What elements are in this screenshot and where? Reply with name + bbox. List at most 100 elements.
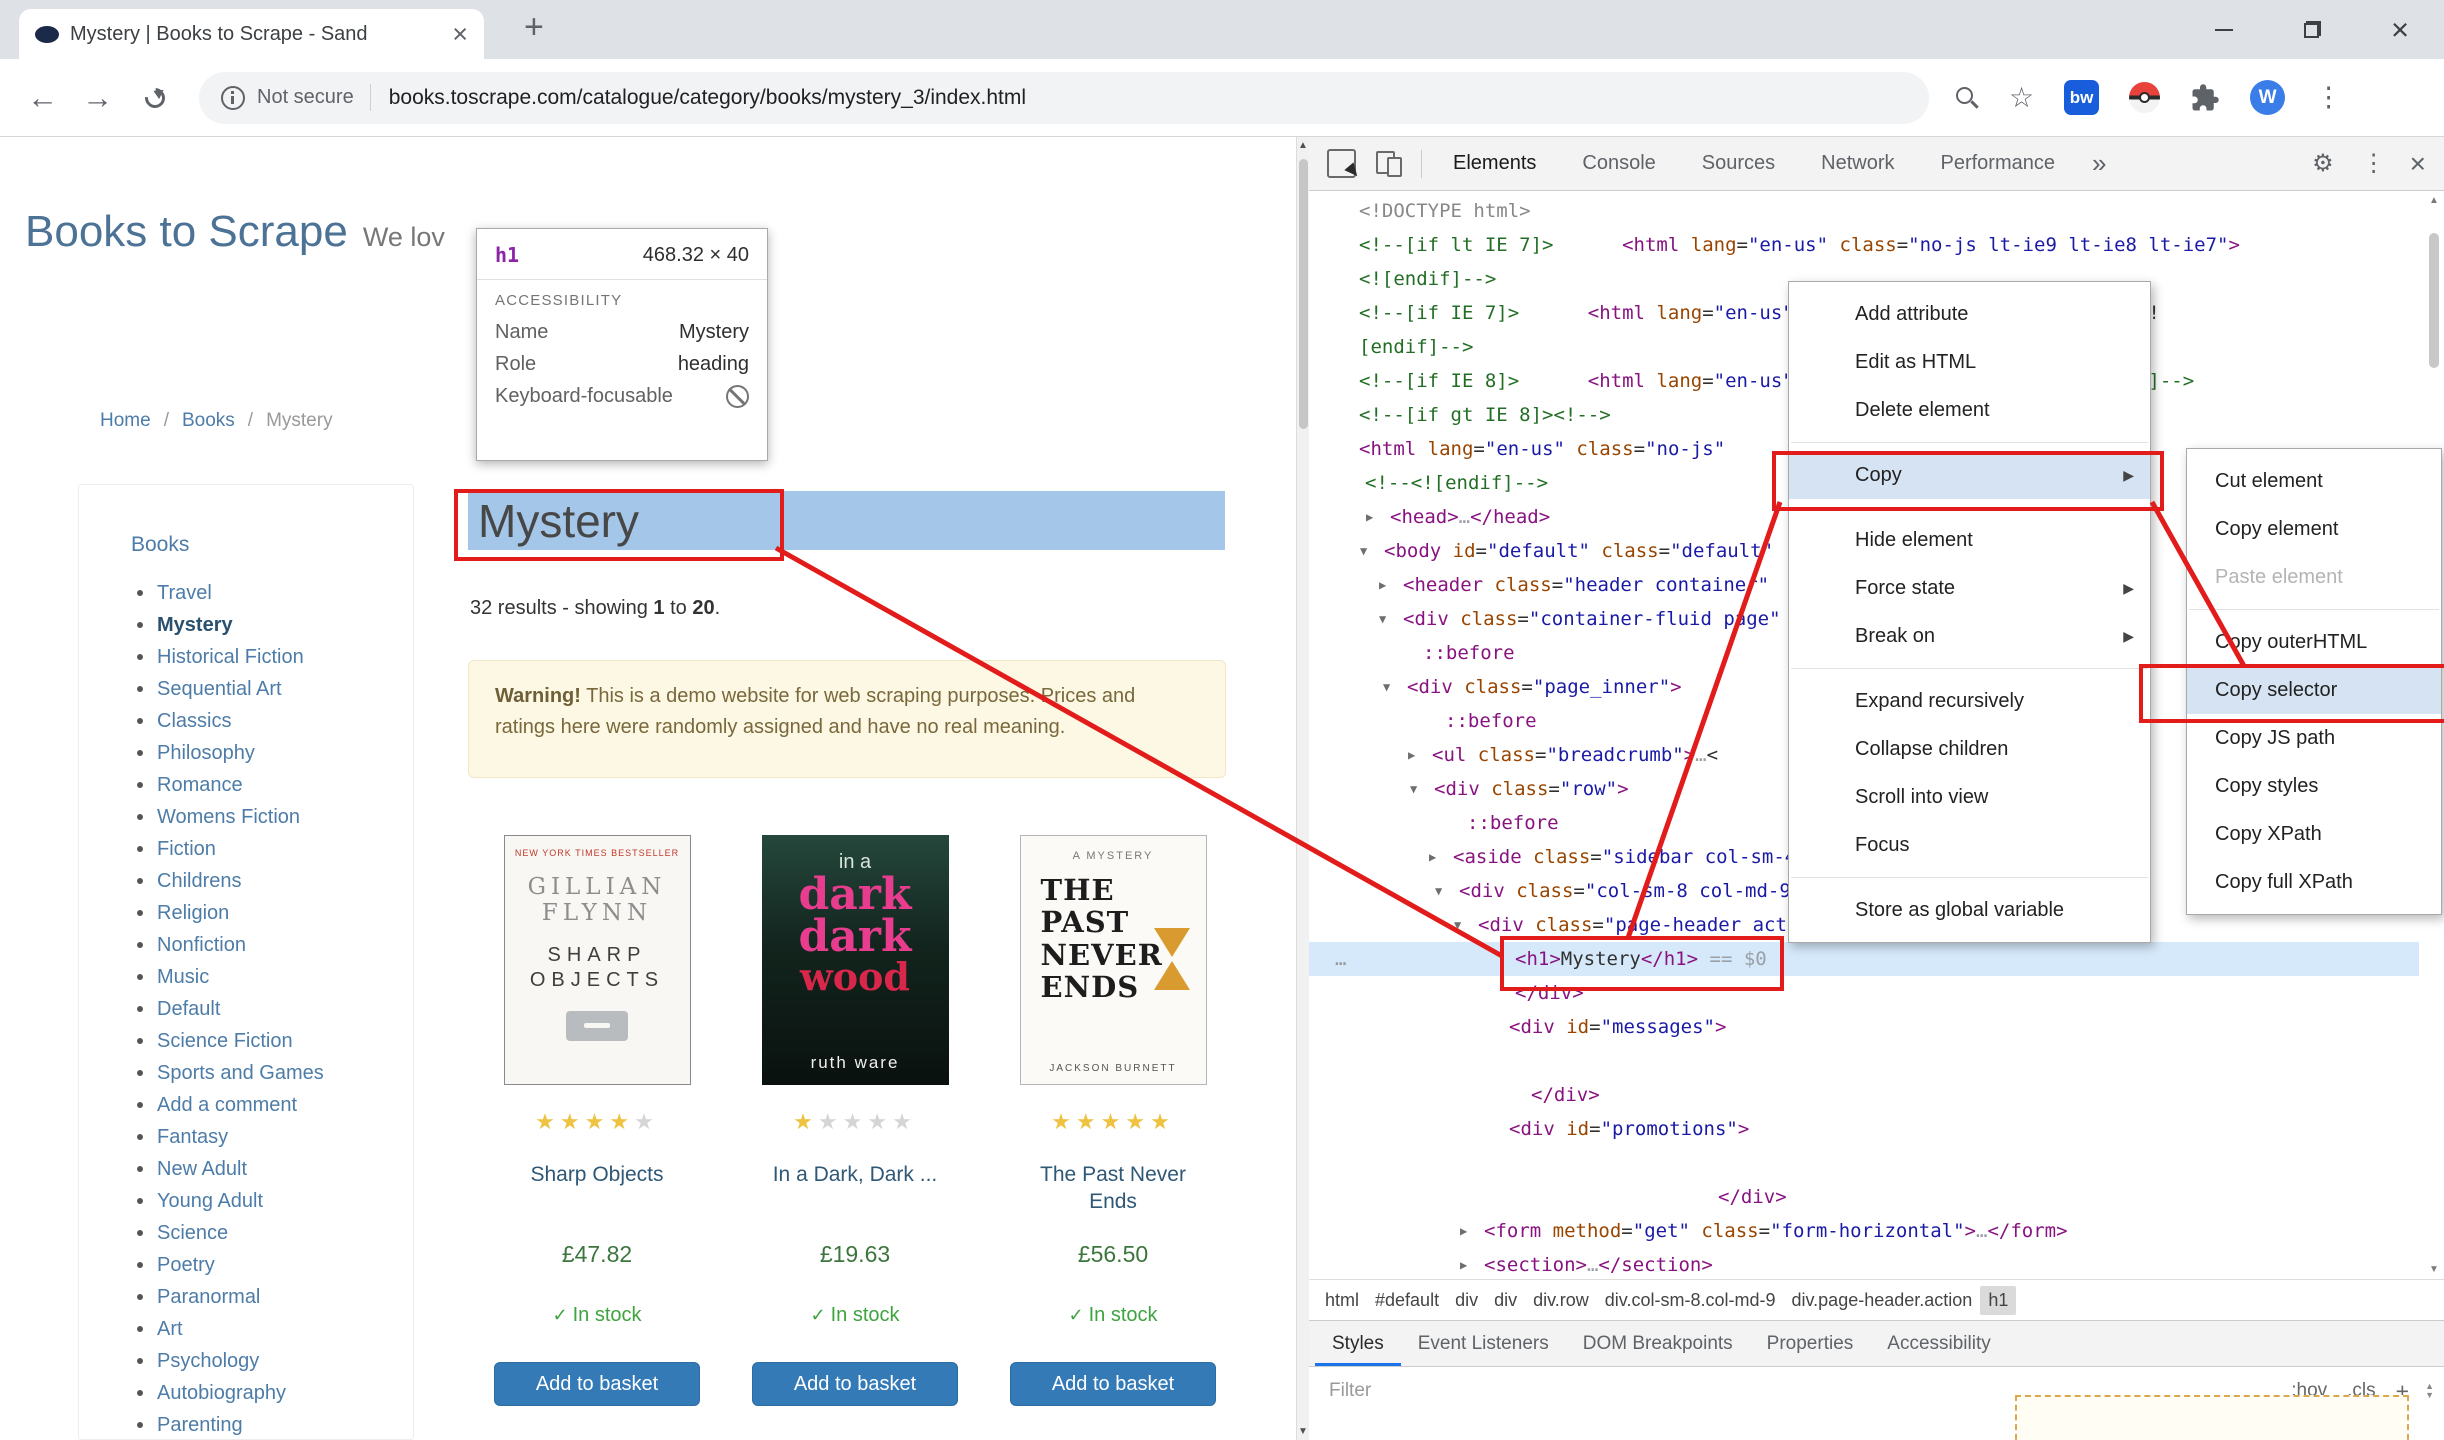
pane-tab-event-listeners[interactable]: Event Listeners: [1401, 1321, 1566, 1366]
dom-crumb-item[interactable]: div: [1486, 1286, 1525, 1315]
address-bar[interactable]: Not secure books.toscrape.com/catalogue/…: [199, 71, 1929, 124]
sidebar-category-link[interactable]: Art: [137, 1313, 413, 1345]
dom-crumb-item[interactable]: div.row: [1525, 1286, 1597, 1315]
sidebar-category-link[interactable]: Parenting: [137, 1409, 413, 1440]
back-icon[interactable]: ←: [27, 80, 58, 116]
sidebar-category-link[interactable]: Sequential Art: [137, 673, 413, 705]
sidebar-category-link[interactable]: Autobiography: [137, 1377, 413, 1409]
dom-crumb-item[interactable]: html: [1317, 1286, 1367, 1315]
tree-line[interactable]: ▶ <form method="get" class="form-horizont…: [1309, 1214, 2419, 1248]
tree-expanded-arrow-icon[interactable]: ▼: [1410, 772, 1417, 806]
page-scrollbar[interactable]: ▲ ▼: [1296, 137, 1309, 1440]
tree-line[interactable]: <div id="promotions">: [1309, 1112, 2419, 1146]
devtools-close-icon[interactable]: ×: [2400, 148, 2444, 180]
devtools-tab-network[interactable]: Network: [1798, 137, 1917, 190]
sidebar-category-link[interactable]: Mystery: [137, 609, 413, 641]
device-toolbar-icon[interactable]: [1376, 150, 1403, 177]
dom-crumb-item[interactable]: div: [1447, 1286, 1486, 1315]
tree-line[interactable]: <!--[if lt IE 7]> <html lang="en-us" cla…: [1309, 228, 2419, 262]
sidebar-category-link[interactable]: Historical Fiction: [137, 641, 413, 673]
browser-tab[interactable]: Mystery | Books to Scrape - Sand ×: [19, 9, 484, 59]
bookmark-star-icon[interactable]: ☆: [2009, 83, 2034, 112]
breadcrumb-item[interactable]: Home: [100, 410, 151, 432]
info-icon[interactable]: [221, 85, 245, 110]
restore-button[interactable]: [2268, 0, 2356, 59]
dom-crumb-item[interactable]: div.page-header.action: [1784, 1286, 1981, 1315]
tree-line[interactable]: </div>: [1309, 1078, 2419, 1112]
security-label[interactable]: Not secure: [257, 86, 354, 109]
tree-line[interactable]: … <h1>Mystery</h1> == $0: [1309, 942, 2419, 976]
devtools-tab-elements[interactable]: Elements: [1430, 137, 1559, 190]
menu-item-copy-full-xpath[interactable]: Copy full XPath: [2187, 858, 2441, 906]
devtools-menu-dots-icon[interactable]: ⋮: [2348, 149, 2400, 178]
scroll-up-icon[interactable]: ▲: [2426, 195, 2442, 206]
breadcrumb-item[interactable]: Books: [182, 410, 235, 432]
tree-line[interactable]: [1309, 1044, 2419, 1078]
sidebar-category-link[interactable]: Paranormal: [137, 1281, 413, 1313]
menu-item-scroll-into-view[interactable]: Scroll into view: [1789, 773, 2150, 821]
scrollbar-thumb[interactable]: [2429, 233, 2439, 368]
tab-close-icon[interactable]: ×: [452, 19, 468, 50]
menu-item-copy[interactable]: Copy ▶: [1789, 451, 2150, 499]
book-cover-image[interactable]: in a dark dark wood ruth ware: [761, 835, 949, 1085]
tree-collapsed-arrow-icon[interactable]: ▶: [1408, 738, 1415, 772]
menu-item-copy-xpath[interactable]: Copy XPath: [2187, 810, 2441, 858]
tree-line[interactable]: ▶ <section>…</section>: [1309, 1248, 2419, 1282]
dom-crumb-item[interactable]: #default: [1367, 1286, 1447, 1315]
dom-crumb-item[interactable]: div.col-sm-8.col-md-9: [1597, 1286, 1784, 1315]
chrome-menu-icon[interactable]: ⋮: [2315, 82, 2342, 113]
menu-item-expand-recursively[interactable]: Expand recursively: [1789, 677, 2150, 725]
pane-tab-properties[interactable]: Properties: [1750, 1321, 1871, 1366]
sidebar-category-link[interactable]: New Adult: [137, 1153, 413, 1185]
sidebar-category-link[interactable]: Psychology: [137, 1345, 413, 1377]
menu-item-edit-as-html[interactable]: Edit as HTML: [1789, 338, 2150, 386]
tree-expanded-arrow-icon[interactable]: ▼: [1435, 874, 1442, 908]
pane-tab-dom-breakpoints[interactable]: DOM Breakpoints: [1566, 1321, 1750, 1366]
sidebar-category-link[interactable]: Nonfiction: [137, 929, 413, 961]
more-tabs-icon[interactable]: »: [2078, 148, 2120, 179]
extensions-puzzle-icon[interactable]: [2190, 83, 2220, 113]
sidebar-category-link[interactable]: Travel: [137, 577, 413, 609]
add-to-basket-button[interactable]: Add to basket: [752, 1362, 958, 1406]
scrollbar-thumb[interactable]: [1299, 159, 1308, 429]
sidebar-category-link[interactable]: Science Fiction: [137, 1025, 413, 1057]
sidebar-title-books[interactable]: Books: [131, 533, 413, 557]
sidebar-category-link[interactable]: Sports and Games: [137, 1057, 413, 1089]
sidebar-category-link[interactable]: Womens Fiction: [137, 801, 413, 833]
add-to-basket-button[interactable]: Add to basket: [1010, 1362, 1216, 1406]
pane-tab-styles[interactable]: Styles: [1315, 1321, 1401, 1366]
sidebar-category-link[interactable]: Fiction: [137, 833, 413, 865]
menu-item-copy-outerhtml[interactable]: Copy outerHTML: [2187, 618, 2441, 666]
sidebar-category-link[interactable]: Poetry: [137, 1249, 413, 1281]
tree-collapsed-arrow-icon[interactable]: ▶: [1460, 1214, 1467, 1248]
profile-avatar[interactable]: W: [2250, 80, 2286, 115]
menu-item-force-state[interactable]: Force state ▶: [1789, 564, 2150, 612]
sidebar-category-link[interactable]: Romance: [137, 769, 413, 801]
tree-collapsed-arrow-icon[interactable]: ▶: [1429, 840, 1436, 874]
book-title-link[interactable]: The Past Never Ends: [1024, 1161, 1202, 1223]
tree-line[interactable]: </div>: [1309, 976, 2419, 1010]
devtools-tab-performance[interactable]: Performance: [1918, 137, 2079, 190]
sidebar-category-link[interactable]: Religion: [137, 897, 413, 929]
book-title-link[interactable]: In a Dark, Dark ...: [773, 1161, 938, 1223]
pane-scroll-arrows[interactable]: ▲ ▼: [2425, 1382, 2434, 1400]
devtools-tab-sources[interactable]: Sources: [1679, 137, 1798, 190]
zoom-icon[interactable]: [1955, 86, 1979, 110]
sidebar-category-link[interactable]: Default: [137, 993, 413, 1025]
menu-item-focus[interactable]: Focus: [1789, 821, 2150, 869]
tree-line[interactable]: </div>: [1309, 1180, 2419, 1214]
tree-line[interactable]: <!DOCTYPE html>: [1309, 194, 2419, 228]
tree-expanded-arrow-icon[interactable]: ▼: [1379, 602, 1386, 636]
menu-item-copy-js-path[interactable]: Copy JS path: [2187, 714, 2441, 762]
bitwarden-extension-icon[interactable]: bw: [2064, 80, 2100, 115]
menu-item-cut-element[interactable]: Cut element: [2187, 457, 2441, 505]
sidebar-category-link[interactable]: Science: [137, 1217, 413, 1249]
dom-crumb-item[interactable]: h1: [1980, 1285, 2017, 1315]
menu-item-copy-styles[interactable]: Copy styles: [2187, 762, 2441, 810]
add-to-basket-button[interactable]: Add to basket: [494, 1362, 700, 1406]
minimize-button[interactable]: [2180, 0, 2268, 59]
pane-tab-accessibility[interactable]: Accessibility: [1870, 1321, 2007, 1366]
scroll-down-icon[interactable]: ▼: [1297, 1426, 1309, 1437]
pokeball-extension-icon[interactable]: [2129, 82, 2161, 113]
row-overflow-dots-icon[interactable]: …: [1335, 942, 1346, 976]
